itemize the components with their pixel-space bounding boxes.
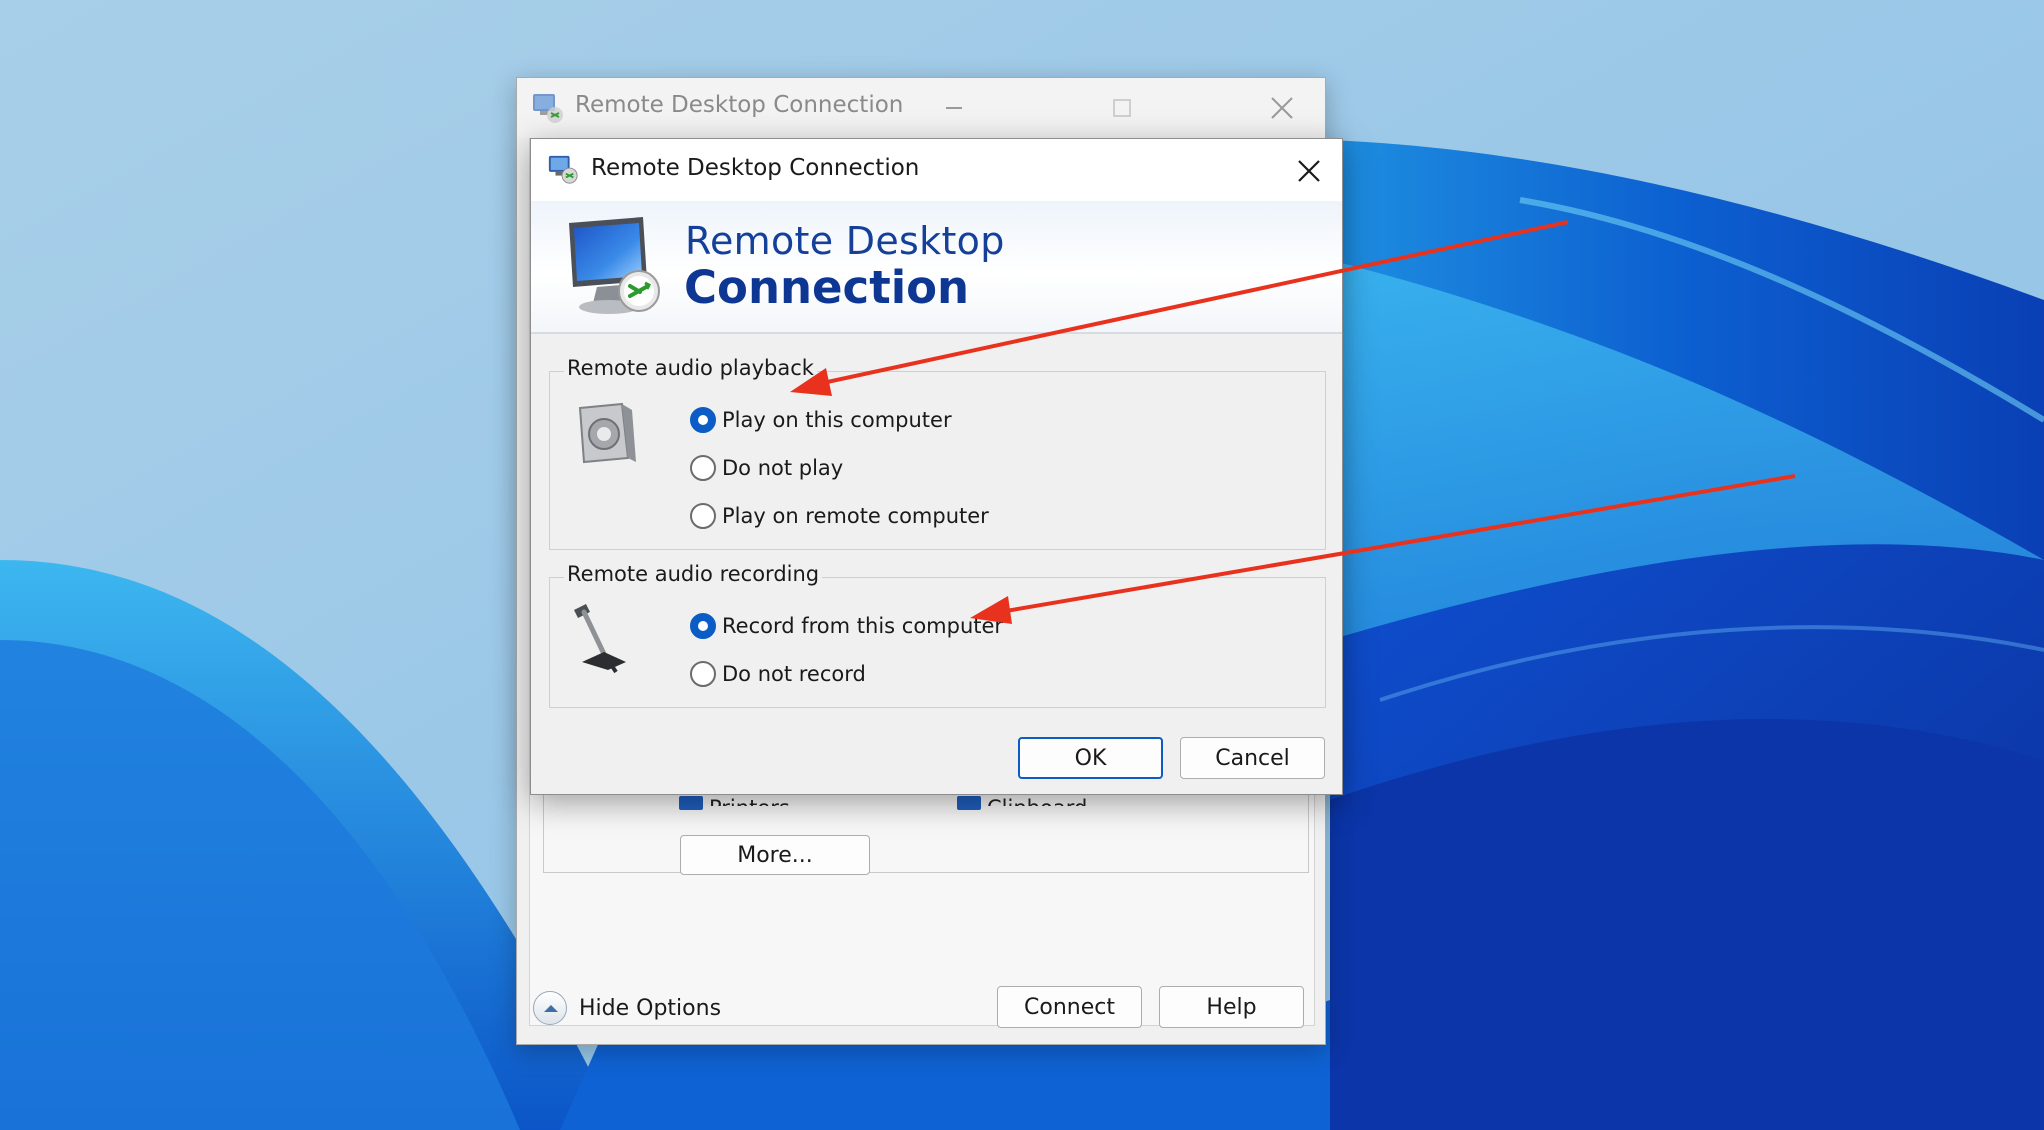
banner-title-line1: Remote Desktop [685, 219, 1005, 263]
minimize-button[interactable] [931, 86, 977, 130]
speaker-icon [578, 402, 636, 464]
recording-group-legend: Remote audio recording [564, 562, 823, 586]
main-close-button[interactable] [1259, 86, 1305, 130]
remote-audio-playback-group: Remote audio playback Play on this compu… [549, 356, 1326, 550]
remote-desktop-icon [569, 217, 660, 314]
remote-desktop-icon [533, 94, 563, 123]
close-icon [1298, 160, 1320, 182]
remote-desktop-icon [548, 155, 578, 184]
banner-title-line2: Connection [684, 261, 970, 314]
radio-button[interactable] [690, 455, 716, 481]
radio-button[interactable] [690, 661, 716, 687]
main-window-title: Remote Desktop Connection [575, 92, 904, 118]
connect-button[interactable]: Connect [997, 986, 1142, 1028]
main-titlebar: Remote Desktop Connection [517, 78, 1325, 138]
radio-button[interactable] [690, 503, 716, 529]
playback-group-legend: Remote audio playback [564, 356, 817, 380]
chevron-up-icon [533, 991, 567, 1025]
more-button[interactable]: More... [680, 835, 870, 875]
help-button[interactable]: Help [1159, 986, 1304, 1028]
radio-record-from-this-computer[interactable]: Record from this computer [690, 610, 1003, 642]
ok-button[interactable]: OK [1018, 737, 1163, 779]
clipboard-label: Clipboard [987, 796, 1087, 806]
remote-audio-recording-group: Remote audio recording Record from this … [549, 562, 1326, 708]
radio-play-on-remote-computer[interactable]: Play on remote computer [690, 500, 989, 532]
dialog-close-button[interactable] [1289, 151, 1329, 191]
hide-options-toggle[interactable]: Hide Options [533, 988, 721, 1028]
cancel-button[interactable]: Cancel [1180, 737, 1325, 779]
audio-settings-dialog: Remote Desktop Connection Remote Desktop… [530, 138, 1343, 795]
dialog-banner: Remote Desktop Connection [531, 201, 1342, 334]
radio-do-not-play[interactable]: Do not play [690, 452, 843, 484]
hide-options-label: Hide Options [579, 995, 722, 1021]
radio-do-not-record[interactable]: Do not record [690, 658, 866, 690]
printers-label: Printers [709, 796, 790, 806]
clipboard-checkbox[interactable] [957, 796, 981, 810]
radio-play-on-this-computer[interactable]: Play on this computer [690, 404, 952, 436]
close-icon [1271, 97, 1293, 119]
dialog-titlebar: Remote Desktop Connection [531, 139, 1342, 201]
radio-label: Do not play [722, 456, 844, 480]
maximize-icon [1113, 99, 1131, 117]
radio-label: Record from this computer [722, 614, 1004, 638]
maximize-button[interactable] [1099, 86, 1145, 130]
dialog-title: Remote Desktop Connection [591, 155, 920, 181]
radio-label: Do not record [722, 662, 866, 686]
radio-label: Play on this computer [722, 408, 952, 432]
printers-checkbox[interactable] [679, 796, 703, 810]
minimize-icon [946, 107, 962, 109]
radio-button[interactable] [690, 407, 716, 433]
microphone-icon [574, 604, 626, 674]
radio-label: Play on remote computer [722, 504, 989, 528]
radio-button[interactable] [690, 613, 716, 639]
